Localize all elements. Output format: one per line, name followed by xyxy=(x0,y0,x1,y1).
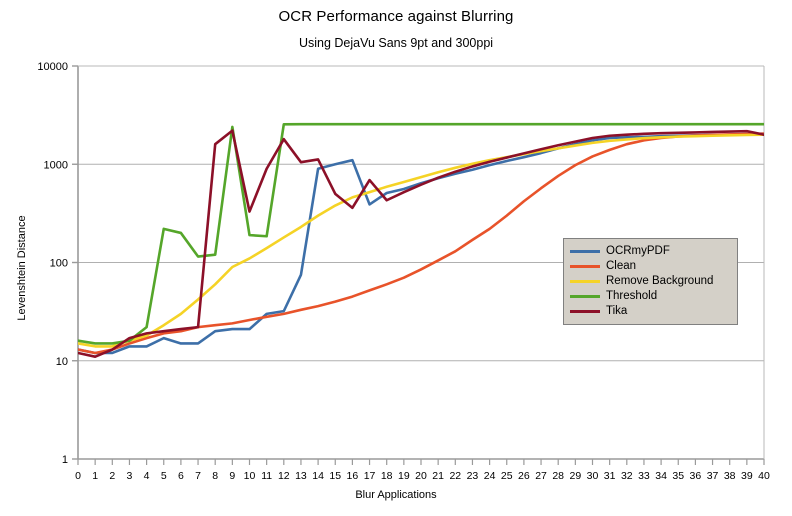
y-tick-label: 1 xyxy=(62,454,68,466)
x-tick-label: 24 xyxy=(484,470,496,482)
chart-legend: OCRmyPDF Clean Remove Background Threshold T… xyxy=(563,238,738,325)
legend-swatch-icon xyxy=(570,250,600,253)
x-tick-label: 12 xyxy=(278,470,290,482)
chart-container: OCR Performance against Blurring Using D… xyxy=(0,0,792,516)
x-tick-label: 27 xyxy=(535,470,547,482)
x-tick-label: 37 xyxy=(707,470,719,482)
x-tick-label: 3 xyxy=(127,470,133,482)
x-tick-label: 30 xyxy=(587,470,599,482)
x-tick-label: 22 xyxy=(449,470,461,482)
x-tick-label: 10 xyxy=(244,470,256,482)
x-tick-label: 36 xyxy=(690,470,702,482)
x-tick-label: 2 xyxy=(109,470,115,482)
x-tick-label: 28 xyxy=(552,470,564,482)
y-tick-label: 100 xyxy=(50,258,68,270)
x-tick-label: 23 xyxy=(467,470,479,482)
x-tick-label: 40 xyxy=(758,470,770,482)
x-tick-label: 33 xyxy=(638,470,650,482)
x-tick-label: 13 xyxy=(295,470,307,482)
legend-label: Tika xyxy=(606,305,628,317)
x-tick-label: 1 xyxy=(92,470,98,482)
x-tick-label: 4 xyxy=(144,470,150,482)
x-tick-label: 32 xyxy=(621,470,633,482)
x-tick-label: 14 xyxy=(312,470,324,482)
x-tick-label: 31 xyxy=(604,470,616,482)
x-tick-label: 20 xyxy=(415,470,427,482)
x-tick-label: 16 xyxy=(347,470,359,482)
x-tick-label: 7 xyxy=(195,470,201,482)
legend-item-ocrmypdf[interactable]: OCRmyPDF xyxy=(570,244,731,259)
legend-item-threshold[interactable]: Threshold xyxy=(570,289,731,304)
x-tick-label: 18 xyxy=(381,470,393,482)
legend-swatch-icon xyxy=(570,310,600,313)
x-tick-label: 38 xyxy=(724,470,736,482)
x-tick-label: 25 xyxy=(501,470,513,482)
legend-item-clean[interactable]: Clean xyxy=(570,259,731,274)
x-tick-label: 19 xyxy=(398,470,410,482)
x-tick-label: 11 xyxy=(261,470,272,482)
x-tick-label: 0 xyxy=(75,470,81,482)
legend-item-tika[interactable]: Tika xyxy=(570,304,731,319)
legend-label: Threshold xyxy=(606,290,658,302)
x-tick-label: 5 xyxy=(161,470,167,482)
y-tick-label: 10000 xyxy=(37,61,68,73)
x-tick-label: 29 xyxy=(570,470,582,482)
y-axis-label: Levenshtein Distance xyxy=(16,215,28,321)
y-tick-label: 10 xyxy=(56,356,68,368)
legend-swatch-icon xyxy=(570,295,600,298)
x-tick-label: 8 xyxy=(212,470,218,482)
x-tick-label: 34 xyxy=(655,470,667,482)
x-axis-label: Blur Applications xyxy=(355,489,437,501)
y-tick-label: 1000 xyxy=(44,159,68,171)
x-tick-label: 39 xyxy=(741,470,753,482)
x-tick-label: 6 xyxy=(178,470,184,482)
x-tick-label: 21 xyxy=(432,470,444,482)
legend-swatch-icon xyxy=(570,265,600,268)
legend-label: OCRmyPDF xyxy=(606,245,670,257)
legend-label: Clean xyxy=(606,260,637,272)
legend-item-remove-background[interactable]: Remove Background xyxy=(570,274,731,289)
legend-label: Remove Background xyxy=(606,275,714,287)
x-tick-label: 9 xyxy=(229,470,235,482)
x-tick-label: 26 xyxy=(518,470,530,482)
x-tick-label: 15 xyxy=(329,470,341,482)
legend-swatch-icon xyxy=(570,280,600,283)
x-tick-label: 35 xyxy=(672,470,684,482)
x-tick-label: 17 xyxy=(364,470,376,482)
